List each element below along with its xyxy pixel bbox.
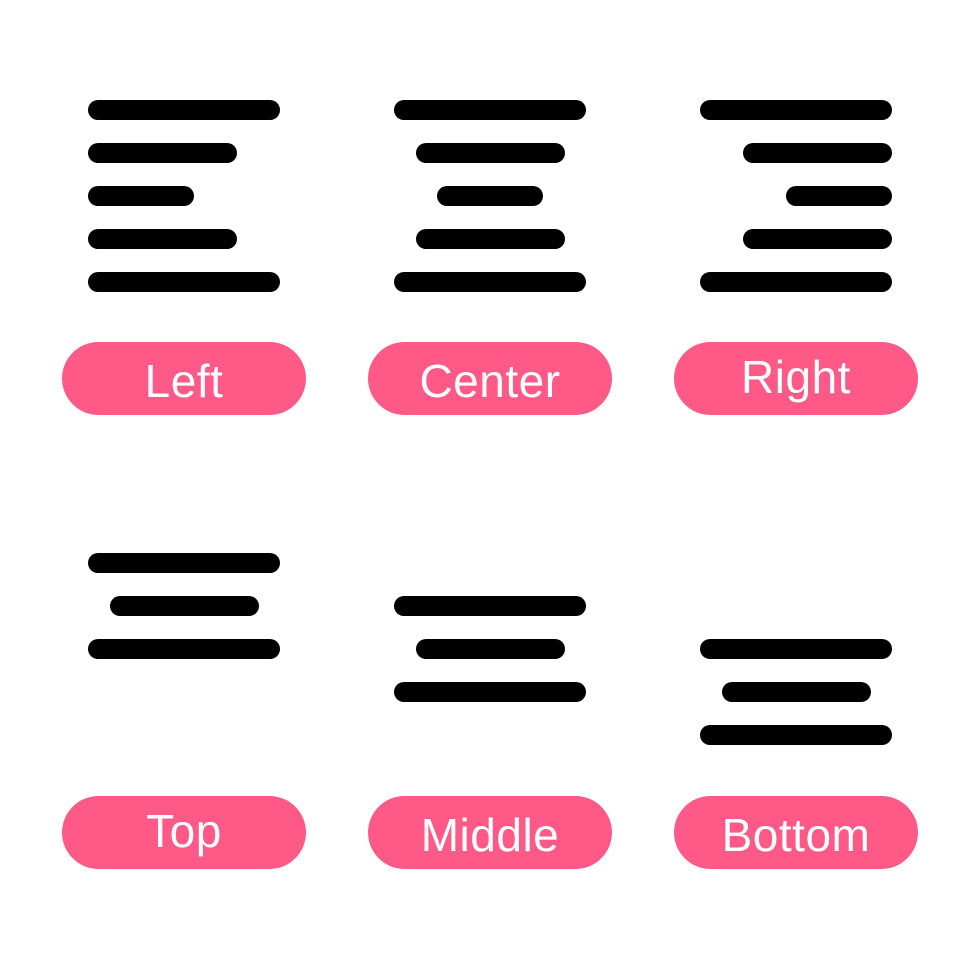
bottom-label: Bottom [721,808,871,861]
icon-bar [110,596,259,616]
icon-bar [88,639,280,659]
left-button[interactable]: Left [62,342,306,415]
icon-bar [88,186,194,206]
icon-bar [700,100,892,120]
icon-bar [700,725,892,745]
right-button[interactable]: Right [674,342,918,415]
icon-bar [700,272,892,292]
top-button[interactable]: Top [62,796,306,869]
icon-bar [88,272,280,292]
icon-bar [722,682,871,702]
top-label: Top [146,804,222,857]
middle-label: Middle [420,808,560,861]
icon-bar [743,143,892,163]
center-label: Center [419,354,561,407]
icon-bar [394,100,586,120]
icon-bar [88,143,237,163]
align-right-icon [700,100,892,292]
align-center-icon [394,100,586,292]
right-label: Right [741,350,851,403]
bottom-button[interactable]: Bottom [674,796,918,869]
icon-bar [416,229,565,249]
center-button[interactable]: Center [368,342,612,415]
icon-bar [88,100,280,120]
icon-bar [743,229,892,249]
icon-bar [437,186,543,206]
icon-bar [88,553,280,573]
icon-bar [416,639,565,659]
icon-bar [786,186,892,206]
align-left-icon [88,100,280,292]
icon-bar [394,596,586,616]
align-middle-icon [394,596,586,788]
icon-bar [394,682,586,702]
left-label: Left [144,354,224,407]
icon-bar [700,639,892,659]
icon-bar [394,272,586,292]
icon-bar [416,143,565,163]
middle-button[interactable]: Middle [368,796,612,869]
icon-bar [88,229,237,249]
align-top-icon [88,553,280,745]
